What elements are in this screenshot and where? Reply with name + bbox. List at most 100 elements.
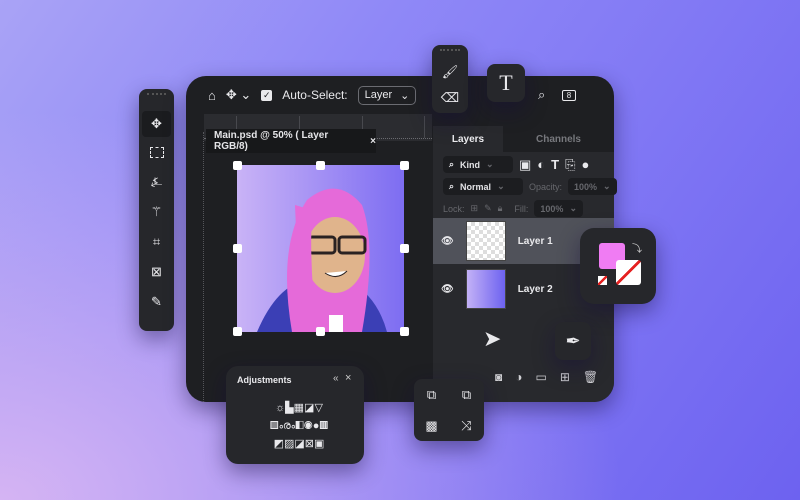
transform-handle[interactable] xyxy=(233,161,242,170)
tab-layers[interactable]: Layers xyxy=(433,126,503,152)
adjustment-filter-icon[interactable]: ◐ xyxy=(537,157,545,172)
transform-handle[interactable] xyxy=(400,161,409,170)
fill-label: Fill: xyxy=(514,203,529,214)
workspace-icon[interactable]: 8 xyxy=(562,89,576,101)
layer-select[interactable]: Layer ⌄ xyxy=(357,85,417,105)
magic-wand-tool-icon[interactable]: ⚚ xyxy=(139,197,174,227)
color-balance-icon[interactable]: ൟ xyxy=(279,420,295,432)
blend-row: ⌕ Normal ⌄ Opacity: 100% ⌄ xyxy=(443,178,617,195)
vertical-ruler xyxy=(186,132,204,402)
filter-toggle-icon[interactable]: ● xyxy=(582,157,590,172)
blend-mode-value: Normal xyxy=(460,181,492,192)
kind-label: Kind xyxy=(460,159,481,170)
opacity-field[interactable]: 100% ⌄ xyxy=(568,178,617,195)
crop-tool-icon[interactable]: ⌗ xyxy=(139,227,174,257)
panel-grip[interactable] xyxy=(440,49,460,55)
invert-icon[interactable]: ◩ xyxy=(274,438,284,450)
swap-colors-icon[interactable]: ⤵ xyxy=(632,240,642,255)
lock-transparent-icon[interactable]: ⊞ xyxy=(471,203,479,214)
close-icon[interactable]: × xyxy=(345,372,351,384)
content-aware-move-icon[interactable]: ⤨ xyxy=(449,410,484,441)
marquee-tool-icon[interactable] xyxy=(139,137,174,167)
opacity-value: 100% xyxy=(574,181,598,192)
lock-all-icon[interactable]: 🔒︎ xyxy=(498,203,503,214)
color-lookup-icon[interactable]: ▦ xyxy=(319,420,328,432)
document-title: Main.psd @ 50% ( Layer RGB/8) xyxy=(214,130,329,152)
adjustments-panel: Adjustments « × ☼▙▦◪▽ ▤ൟ◧◉●▦ ◩▨◪⊠▣ xyxy=(226,366,364,464)
close-tab-icon[interactable]: × xyxy=(370,136,376,147)
lasso-tool-icon[interactable]: ⍼ xyxy=(139,167,174,197)
selective-color-icon[interactable]: ⊠ xyxy=(305,438,314,450)
blend-mode-select[interactable]: ⌕ Normal ⌄ xyxy=(443,178,523,195)
gradient-map-icon[interactable]: ▣ xyxy=(314,438,324,450)
eyedropper-tool-icon[interactable]: ✎ xyxy=(139,287,174,317)
threshold-icon[interactable]: ◪ xyxy=(294,438,304,450)
transform-handle[interactable] xyxy=(400,244,409,253)
brightness-icon[interactable]: ☼ xyxy=(275,402,285,414)
opacity-label: Opacity: xyxy=(529,181,563,192)
vibrance-icon[interactable]: ▽ xyxy=(314,402,322,414)
mask-icon[interactable]: ◙ xyxy=(495,370,502,384)
lock-pixels-icon[interactable]: ✎ xyxy=(484,203,492,214)
photo-filter-icon[interactable]: ◉ xyxy=(304,420,313,432)
document-tab[interactable]: Main.psd @ 50% ( Layer RGB/8) × xyxy=(206,129,376,153)
move-icon[interactable]: ✥ ⌄ xyxy=(226,87,251,103)
layer-name: Layer 1 xyxy=(517,235,553,247)
fill-field[interactable]: 100% ⌄ xyxy=(534,200,583,217)
background-color[interactable] xyxy=(616,260,641,285)
options-bar: ⌂ ✥ ⌄ ✓ Auto-Select: Layer ⌄ ⌕ 8 xyxy=(186,76,614,114)
healing-brush-icon[interactable]: ⧉ xyxy=(449,379,484,410)
transform-handle[interactable] xyxy=(316,327,325,336)
type-tool-button[interactable]: T xyxy=(487,64,525,102)
patch-tool-icon[interactable]: ▩ xyxy=(414,410,449,441)
curves-icon[interactable]: ▦ xyxy=(294,402,304,414)
panel-grip[interactable] xyxy=(147,93,166,107)
brush-tool-icon[interactable]: 🖌︎ xyxy=(432,59,468,85)
color-swatches-panel: ⤵ xyxy=(580,228,656,304)
canvas-artwork[interactable] xyxy=(237,165,404,332)
chevron-down-icon: ⌄ xyxy=(486,159,494,169)
frame-tool-icon[interactable]: ⊠ xyxy=(139,257,174,287)
adjustments-title: Adjustments xyxy=(237,375,292,385)
eraser-tool-icon[interactable]: ⌫ xyxy=(432,85,468,111)
black-white-icon[interactable]: ◧ xyxy=(295,420,304,432)
chevron-down-icon: ⌄ xyxy=(400,89,410,102)
eye-icon[interactable]: 👁︎ xyxy=(441,284,454,295)
lock-label: Lock: xyxy=(443,203,465,214)
eye-icon[interactable]: 👁︎ xyxy=(441,236,454,247)
layer-thumbnail xyxy=(465,221,506,261)
type-filter-icon[interactable]: T xyxy=(551,157,559,172)
levels-icon[interactable]: ▙ xyxy=(285,402,293,414)
transform-handle[interactable] xyxy=(233,327,242,336)
kind-filter[interactable]: ⌕ Kind ⌄ xyxy=(443,156,513,173)
collapse-icon[interactable]: « xyxy=(333,373,339,384)
adjustment-layer-icon[interactable]: ◑ xyxy=(515,370,522,384)
delete-icon[interactable]: 🗑︎ xyxy=(583,370,598,384)
pen-tool-button[interactable]: ✒ xyxy=(555,322,591,360)
layer-thumbnail xyxy=(465,269,506,309)
chevron-down-icon: ⌄ xyxy=(497,181,505,191)
default-colors-icon[interactable] xyxy=(598,276,607,285)
transform-handle[interactable] xyxy=(400,327,409,336)
tab-channels[interactable]: Channels xyxy=(503,126,614,152)
transform-handle[interactable] xyxy=(316,161,325,170)
lock-row: Lock: ⊞ ✎ 🔒︎ Fill: 100% ⌄ xyxy=(443,200,583,217)
exposure-icon[interactable]: ◪ xyxy=(304,402,314,414)
folder-icon[interactable]: ▭ xyxy=(536,370,547,384)
spot-healing-icon[interactable]: ⧉ xyxy=(414,379,449,410)
pixel-filter-icon[interactable]: ▣ xyxy=(519,157,531,173)
posterize-icon[interactable]: ▨ xyxy=(284,438,294,450)
home-icon[interactable]: ⌂ xyxy=(208,88,216,103)
fill-value: 100% xyxy=(540,203,564,214)
layer-actions: ◙ ◑ ▭ ⊞ 🗑︎ xyxy=(495,370,598,384)
layer-name: Layer 2 xyxy=(517,283,553,295)
auto-select-checkbox[interactable]: ✓ xyxy=(261,89,273,101)
hue-icon[interactable]: ▤ xyxy=(270,420,279,432)
tools-panel: ✥ ⍼ ⚚ ⌗ ⊠ ✎ xyxy=(139,89,174,331)
layer-select-value: Layer xyxy=(364,89,393,101)
shape-filter-icon[interactable]: ⎘ xyxy=(565,157,575,173)
move-tool-icon[interactable]: ✥ xyxy=(142,111,171,137)
search-icon[interactable]: ⌕ xyxy=(538,87,545,103)
transform-handle[interactable] xyxy=(233,244,242,253)
new-layer-icon[interactable]: ⊞ xyxy=(560,370,570,384)
